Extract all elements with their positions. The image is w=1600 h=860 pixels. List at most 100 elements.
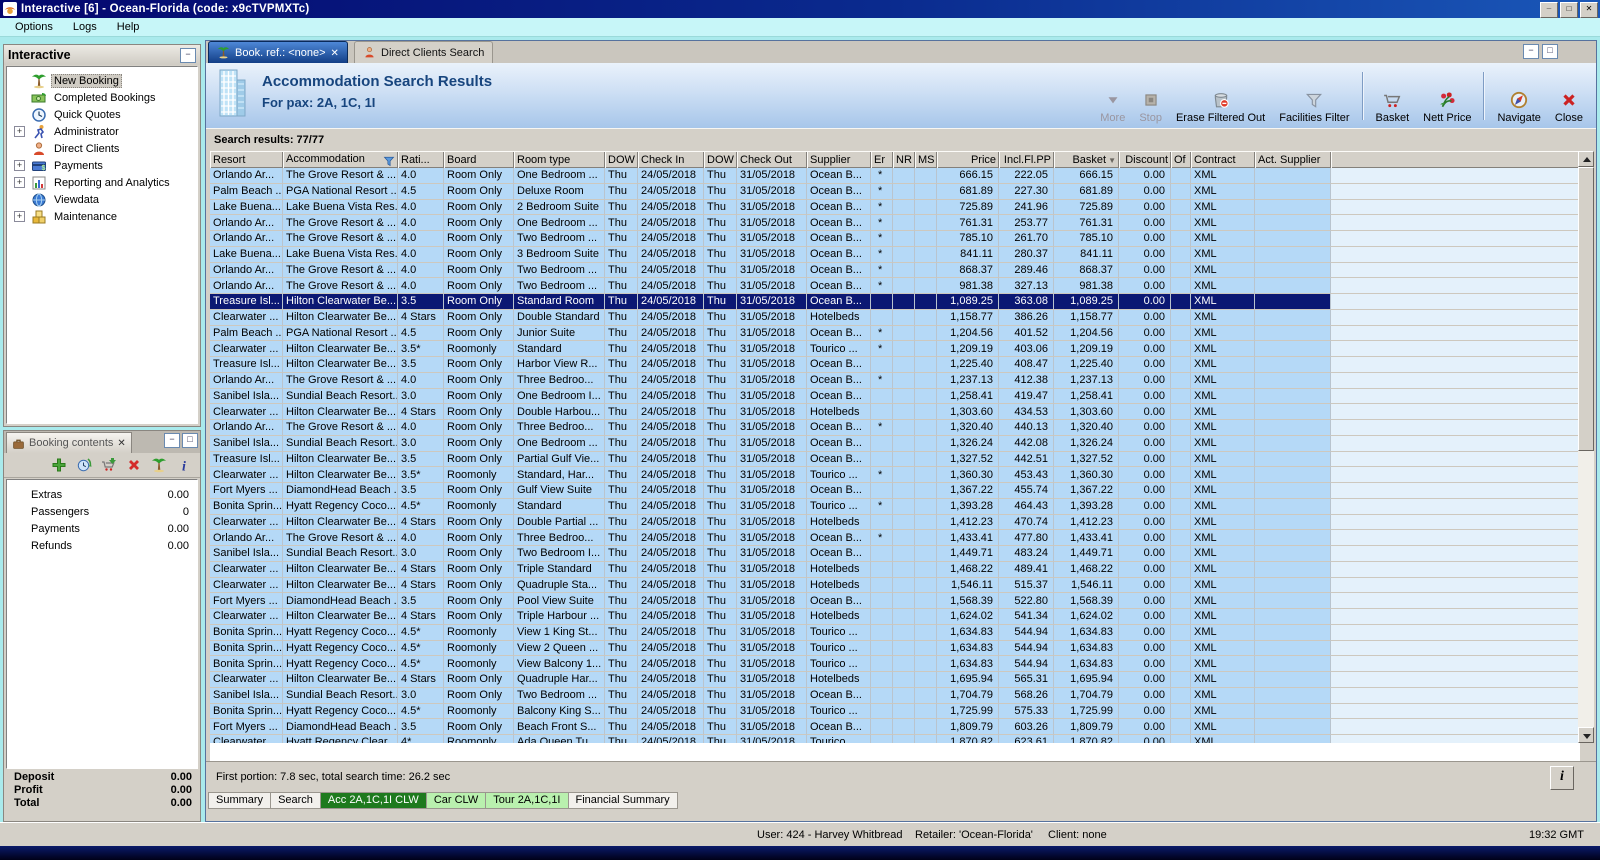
delete-button[interactable] (126, 457, 142, 473)
column-header-resort[interactable]: Resort (210, 151, 283, 168)
sidebar-item-direct-clients[interactable]: Direct Clients (7, 140, 197, 157)
info-button[interactable]: i (1550, 766, 1574, 790)
table-row[interactable]: Lake Buena... Lake Buena Vista Res... 4.0 R… (210, 246, 1580, 263)
minimize-icon[interactable] (1540, 2, 1558, 18)
close-icon[interactable] (1580, 2, 1598, 18)
column-header-of[interactable]: Of (1171, 151, 1191, 168)
table-row[interactable]: Orlando Ar... The Grove Resort & ... 4.0 Ro… (210, 168, 1580, 184)
table-row[interactable]: Clearwater ... Hyatt Regency Clear... 4* Ro… (210, 735, 1580, 743)
column-header-discount[interactable]: Discount (1119, 151, 1171, 168)
table-row[interactable]: Sanibel Isla... Sundial Beach Resort... 3.… (210, 435, 1580, 452)
scroll-down-icon[interactable] (1578, 727, 1594, 743)
table-row[interactable]: Bonita Sprin... Hyatt Regency Coco... 4.5*… (210, 640, 1580, 657)
tab-close-icon[interactable] (331, 47, 339, 59)
expand-toggle-icon[interactable]: + (14, 211, 25, 222)
column-header-room-type[interactable]: Room type (514, 151, 605, 168)
close-button[interactable]: Close (1548, 68, 1590, 124)
table-row[interactable]: Orlando Ar... The Grove Resort & ... 4.0 Ro… (210, 278, 1580, 294)
table-row[interactable]: Clearwater ... Hilton Clearwater Be... 4 S… (210, 514, 1580, 531)
table-row[interactable]: Clearwater ... Hilton Clearwater Be... 4 S… (210, 404, 1580, 420)
column-header-supplier[interactable]: Supplier (807, 151, 871, 168)
column-header-ms[interactable]: MS (915, 151, 937, 168)
bottom-tab-summary[interactable]: Summary (208, 792, 272, 809)
column-header-check-out[interactable]: Check Out (737, 151, 807, 168)
column-header-dow[interactable]: DOW (704, 151, 737, 168)
table-row[interactable]: Palm Beach ... PGA National Resort ... 4.5… (210, 183, 1580, 200)
table-row[interactable]: Clearwater ... Hilton Clearwater Be... 4 S… (210, 609, 1580, 625)
bottom-tab-car-clw[interactable]: Car CLW (426, 792, 487, 809)
more-button[interactable]: More (1093, 68, 1132, 124)
table-row[interactable]: Bonita Sprin... Hyatt Regency Coco... 4.5*… (210, 656, 1580, 672)
scroll-up-icon[interactable] (1578, 151, 1594, 167)
column-header-accommodation[interactable]: Accommodation (283, 151, 398, 168)
booking-panel-minimize-icon[interactable]: − (164, 433, 180, 448)
sidebar-item-quick-quotes[interactable]: Quick Quotes (7, 106, 197, 123)
bottom-tab-acc-2a-1c-1i-clw[interactable]: Acc 2A,1C,1I CLW (320, 792, 427, 809)
table-row[interactable]: Clearwater ... Hilton Clearwater Be... 4 S… (210, 561, 1580, 578)
vertical-scrollbar[interactable] (1578, 151, 1594, 743)
column-header-rati[interactable]: Rati... (398, 151, 444, 168)
sidebar-item-administrator[interactable]: + Administrator (7, 123, 197, 140)
menu-item-options[interactable]: Options (6, 20, 62, 34)
nett-price-button[interactable]: Nett Price (1416, 68, 1478, 124)
table-row[interactable]: Bonita Sprin... Hyatt Regency Coco... 4.5*… (210, 624, 1580, 641)
sidebar-item-maintenance[interactable]: + Maintenance (7, 208, 197, 225)
move-to-basket-button[interactable] (101, 457, 117, 473)
table-row[interactable]: Sanibel Isla... Sundial Beach Resort... 3.… (210, 388, 1580, 405)
tab-booking-ref[interactable]: Book. ref.: <none> (208, 41, 348, 63)
main-panel-minimize-icon[interactable]: − (1523, 44, 1539, 59)
table-row[interactable]: Fort Myers ... DiamondHead Beach ... 3.5 Ro… (210, 593, 1580, 609)
table-row[interactable]: Bonita Sprin... Hyatt Regency Coco... 4.5*… (210, 703, 1580, 720)
availability-button[interactable] (76, 457, 92, 473)
table-row[interactable]: Orlando Ar... The Grove Resort & ... 4.0 Ro… (210, 262, 1580, 279)
table-row[interactable]: Treasure Isl... Hilton Clearwater Be... 3.… (210, 294, 1580, 310)
table-row[interactable]: Orlando Ar... The Grove Resort & ... 4.0 Ro… (210, 372, 1580, 389)
main-panel-maximize-icon[interactable]: □ (1542, 44, 1558, 59)
column-header-contract[interactable]: Contract (1191, 151, 1255, 168)
table-row[interactable]: Lake Buena... Lake Buena Vista Res... 4.0 R… (210, 199, 1580, 216)
booking-contents-tab[interactable]: Booking contents (6, 432, 132, 453)
column-header-incl-fl-pp[interactable]: Incl.Fl.PP (999, 151, 1054, 168)
table-row[interactable]: Fort Myers ... DiamondHead Beach ... 3.5 Ro… (210, 719, 1580, 735)
collapse-panel-icon[interactable]: − (180, 47, 196, 63)
stop-button[interactable]: Stop (1132, 68, 1169, 124)
table-row[interactable]: Orlando Ar... The Grove Resort & ... 4.0 Ro… (210, 420, 1580, 436)
expand-toggle-icon[interactable]: + (14, 160, 25, 171)
facilities-filter-button[interactable]: Facilities Filter (1272, 68, 1356, 124)
tab-direct-clients-search[interactable]: Direct Clients Search (354, 41, 494, 63)
new-booking-button[interactable] (151, 457, 167, 473)
table-row[interactable]: Clearwater ... Hilton Clearwater Be... 3.5… (210, 467, 1580, 483)
booking-item-payments[interactable]: Payments 0.00 (7, 520, 197, 537)
table-row[interactable]: Treasure Isl... Hilton Clearwater Be... 3.… (210, 451, 1580, 468)
sidebar-item-payments[interactable]: + $ Payments (7, 157, 197, 174)
sidebar-item-new-booking[interactable]: New Booking (7, 72, 197, 89)
table-row[interactable]: Bonita Sprin... Hyatt Regency Coco... 4.5*… (210, 498, 1580, 515)
table-row[interactable]: Treasure Isl... Hilton Clearwater Be... 3.… (210, 357, 1580, 373)
table-row[interactable]: Clearwater ... Hilton Clearwater Be... 4 S… (210, 672, 1580, 688)
scrollbar-thumb[interactable] (1578, 167, 1594, 451)
booking-item-refunds[interactable]: Refunds 0.00 (7, 537, 197, 554)
column-header-price[interactable]: Price (937, 151, 999, 168)
expand-toggle-icon[interactable]: + (14, 126, 25, 137)
column-header-er[interactable]: Er (871, 151, 893, 168)
table-row[interactable]: Clearwater ... Hilton Clearwater Be... 4 S… (210, 577, 1580, 594)
column-header-nr[interactable]: NR (893, 151, 915, 168)
add-button[interactable] (51, 457, 67, 473)
column-header-act-supplier[interactable]: Act. Supplier (1255, 151, 1331, 168)
menu-item-logs[interactable]: Logs (64, 20, 106, 34)
basket-button[interactable]: Basket (1369, 68, 1417, 124)
booking-panel-maximize-icon[interactable]: □ (182, 433, 198, 448)
column-header-dow[interactable]: DOW (605, 151, 638, 168)
erase-filtered-out-button[interactable]: Erase Filtered Out (1169, 68, 1272, 124)
booking-tab-close-icon[interactable] (117, 437, 125, 449)
table-row[interactable]: Orlando Ar... The Grove Resort & ... 4.0 Ro… (210, 530, 1580, 546)
booking-item-passengers[interactable]: Passengers 0 (7, 503, 197, 520)
maximize-icon[interactable] (1560, 2, 1578, 18)
bottom-tab-financial-summary[interactable]: Financial Summary (568, 792, 678, 809)
sidebar-item-viewdata[interactable]: Viewdata (7, 191, 197, 208)
table-row[interactable]: Palm Beach ... PGA National Resort ... 4.5… (210, 325, 1580, 342)
column-header-check-in[interactable]: Check In (638, 151, 704, 168)
expand-toggle-icon[interactable]: + (14, 177, 25, 188)
table-row[interactable]: Sanibel Isla... Sundial Beach Resort... 3.… (210, 546, 1580, 562)
menu-item-help[interactable]: Help (108, 20, 149, 34)
